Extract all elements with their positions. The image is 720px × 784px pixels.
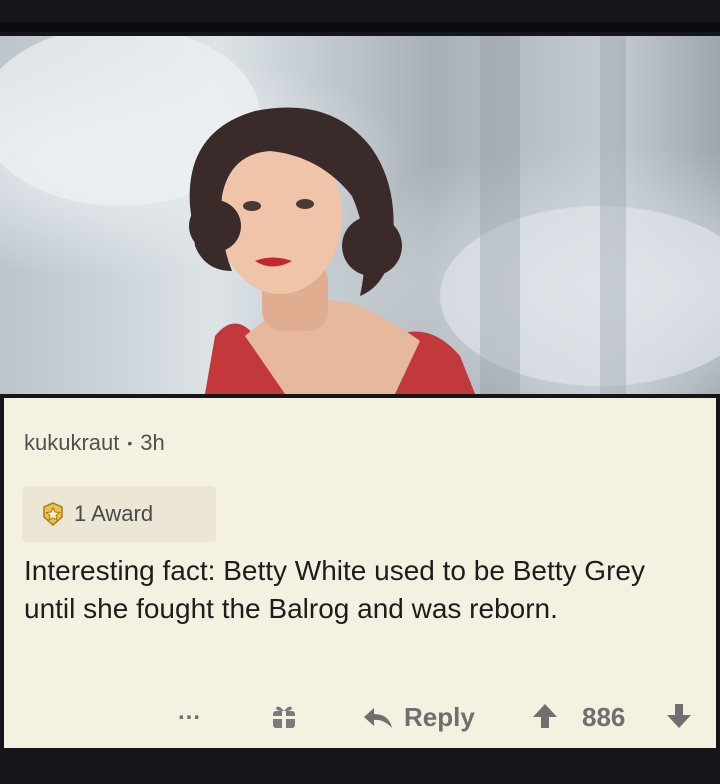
meta-separator: •: [127, 435, 133, 451]
comment-age: 3h: [140, 430, 165, 455]
award-label: 1 Award: [74, 501, 154, 526]
upvote-arrow-icon: [533, 704, 557, 728]
more-options-label: ...: [178, 698, 202, 725]
top-bar: [0, 0, 720, 22]
reply-label: Reply: [404, 702, 475, 732]
reply-button[interactable]: Reply: [362, 702, 475, 733]
upvote-button[interactable]: [532, 702, 558, 730]
more-options-button[interactable]: ...: [178, 698, 201, 726]
give-award-button[interactable]: [270, 702, 298, 730]
comment-body: Interesting fact: Betty White used to be…: [24, 555, 645, 624]
downvote-arrow-icon: [667, 704, 691, 728]
bottom-bar: [0, 748, 720, 784]
award-badge[interactable]: 1 Award: [22, 486, 216, 542]
username-link[interactable]: kukukraut: [24, 430, 119, 456]
reply-arrow-icon: [364, 707, 392, 728]
vote-count-label: 886: [582, 702, 626, 732]
gift-icon: [273, 706, 295, 728]
comment-meta: kukukraut • 3h: [24, 430, 165, 456]
downvote-button[interactable]: [666, 702, 692, 730]
post-photo: [0, 36, 720, 394]
award-medal-icon: [43, 502, 63, 527]
vote-count: 886: [582, 702, 625, 733]
top-divider: [0, 22, 720, 32]
comment-card: kukukraut • 3h 1 Award Interesting fact:…: [4, 398, 716, 748]
portrait-illustration: [0, 36, 720, 394]
comment-actions: ... Reply 886: [4, 688, 716, 744]
